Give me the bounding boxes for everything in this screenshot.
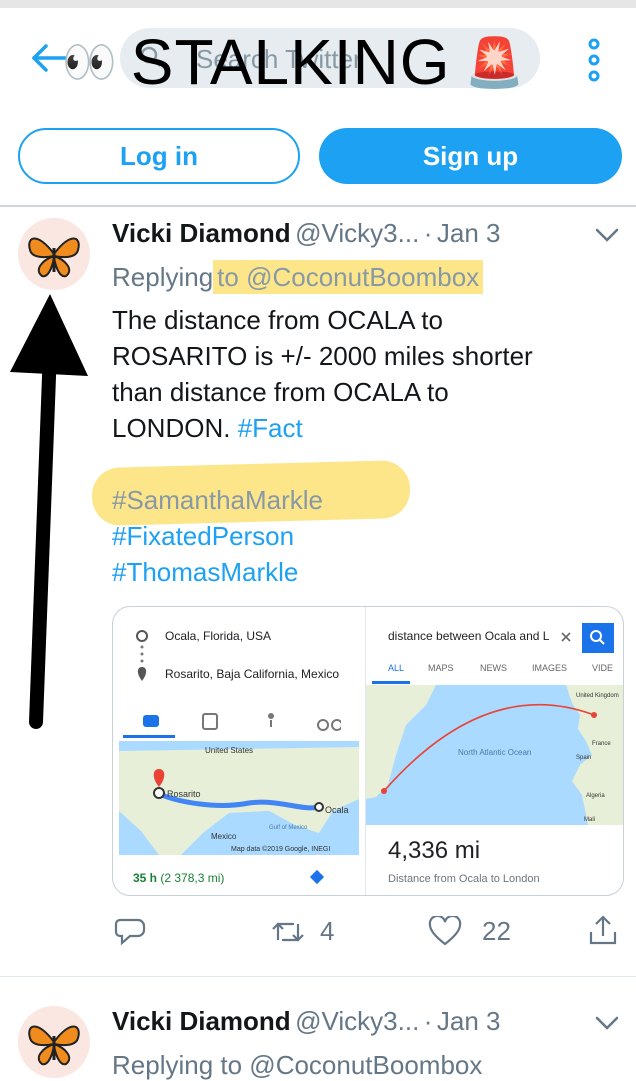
tweet-divider: [0, 976, 636, 977]
map-label-mali: Mali: [584, 817, 595, 823]
signup-button[interactable]: Sign up: [319, 128, 622, 184]
distance-caption: Distance from Ocala to London: [388, 873, 540, 885]
stalking-sticker: 👀 STALKING 🚨: [62, 22, 524, 102]
directions-panel: Ocala, Florida, USA Rosarito, Baja Calif…: [113, 607, 366, 895]
active-tab-indicator: [372, 681, 410, 684]
close-icon: [561, 632, 571, 642]
avatar[interactable]: [18, 1006, 90, 1078]
tweet-line: The distance from OCALA to: [112, 305, 443, 335]
duration-rest: (2 378,3 mi): [160, 871, 225, 885]
active-mode-indicator: [123, 735, 175, 738]
display-name[interactable]: Vicki Diamond: [112, 1006, 291, 1036]
sticker-text: STALKING: [130, 26, 451, 98]
media-card[interactable]: Ocala, Florida, USA Rosarito, Baja Calif…: [112, 606, 624, 896]
search-icon: [590, 630, 605, 645]
search-result-panel: distance between Ocala and L ALL MAPS NEWS…: [366, 607, 623, 895]
tweet-header: Vicki Diamond @Vicky3... · Jan 3: [112, 218, 501, 249]
result-tabs: ALL MAPS NEWS IMAGES VIDE: [388, 663, 623, 673]
hashtag-fixatedperson[interactable]: #FixatedPerson: [112, 518, 323, 554]
top-status-strip: [0, 0, 636, 8]
hashtag-thomasmarkle[interactable]: #ThomasMarkle: [112, 554, 323, 590]
chevron-down-icon[interactable]: [594, 226, 620, 244]
handle[interactable]: @Vicky3...: [295, 1006, 419, 1036]
map-label-ocala: Ocala: [325, 805, 349, 815]
map-label-gulf: Gulf of Mexico: [269, 825, 308, 831]
tweet-text: The distance from OCALA to ROSARITO is +…: [112, 302, 612, 446]
map-label-rosarito: Rosarito: [167, 789, 201, 799]
handle[interactable]: @Vicky3...: [295, 218, 419, 248]
tab-news: NEWS: [480, 663, 507, 673]
map-label-algeria: Algeria: [586, 793, 605, 799]
hashtag-samanthamarkle[interactable]: #SamanthaMarkle: [112, 482, 323, 518]
heart-icon[interactable]: [428, 916, 462, 946]
tweet-header: Vicki Diamond @Vicky3... · Jan 3: [112, 1006, 501, 1037]
tweet-date[interactable]: Jan 3: [437, 1006, 501, 1036]
duration: 35 h (2 378,3 mi): [133, 871, 224, 885]
header-divider: [0, 205, 636, 207]
duration-bold: 35 h: [133, 871, 158, 885]
tab-images: IMAGES: [532, 663, 568, 673]
map-label-atlantic: North Atlantic Ocean: [458, 748, 531, 757]
separator-dot: ·: [423, 218, 433, 248]
hashtag-fact[interactable]: #Fact: [238, 413, 303, 443]
separator-dot: ·: [423, 1006, 433, 1036]
origin-text: Ocala, Florida, USA: [165, 629, 272, 643]
tweet-line: LONDON.: [112, 413, 238, 443]
map-label-us: United States: [205, 746, 253, 755]
tweet-line: ROSARITO is +/- 2000 miles shorter: [112, 341, 533, 371]
directions-icon: [309, 869, 325, 885]
retweet-icon[interactable]: [270, 918, 306, 946]
like-count: 22: [482, 916, 511, 946]
tweet-date[interactable]: Jan 3: [437, 218, 501, 248]
chevron-down-icon[interactable]: [594, 1014, 620, 1032]
atlantic-map: United Kingdom France Spain North Atlant…: [366, 685, 623, 825]
share-icon[interactable]: [588, 914, 618, 946]
us-route-map: United States Rosarito Ocala Mexico Gulf…: [119, 741, 359, 855]
avatar[interactable]: [18, 218, 90, 290]
map-label-mexico: Mexico: [211, 832, 237, 841]
search-query: distance between Ocala and L: [388, 629, 550, 643]
replying-target[interactable]: to @CoconutBoombox: [213, 260, 484, 294]
tab-all: ALL: [388, 663, 405, 673]
distance-value: 4,336 mi: [388, 837, 481, 864]
drawn-arrow-annotation: [10, 294, 88, 729]
destination-text: Rosarito, Baja California, Mexico: [165, 667, 340, 681]
kebab-menu-icon[interactable]: [584, 38, 604, 82]
butterfly-icon: [18, 218, 90, 290]
retweet-count: 4: [320, 916, 335, 946]
travel-mode-icons: [143, 713, 341, 731]
login-button[interactable]: Log in: [18, 128, 300, 184]
map-label-uk: United Kingdom: [576, 693, 619, 699]
eyes-emoji: 👀: [62, 38, 117, 87]
tab-maps: MAPS: [428, 663, 454, 673]
replying-prefix: Replying: [112, 262, 214, 292]
replying-to: Replying to @CoconutBoombox: [112, 260, 484, 294]
siren-emoji: 🚨: [464, 36, 525, 90]
butterfly-icon: [18, 1006, 90, 1078]
reply-icon[interactable]: [114, 916, 146, 946]
map-credit: Map data ©2019 Google, INEGI: [231, 845, 330, 853]
tweet-line: than distance from OCALA to: [112, 377, 449, 407]
route-markers-icon: [136, 630, 148, 681]
map-label-france: France: [592, 741, 611, 747]
search-button: [582, 623, 614, 653]
tab-video: VIDE: [592, 663, 614, 673]
display-name[interactable]: Vicki Diamond: [112, 218, 291, 248]
map-label-spain: Spain: [576, 755, 591, 761]
hashtag-list: #SamanthaMarkle #FixatedPerson #ThomasMa…: [112, 482, 323, 590]
